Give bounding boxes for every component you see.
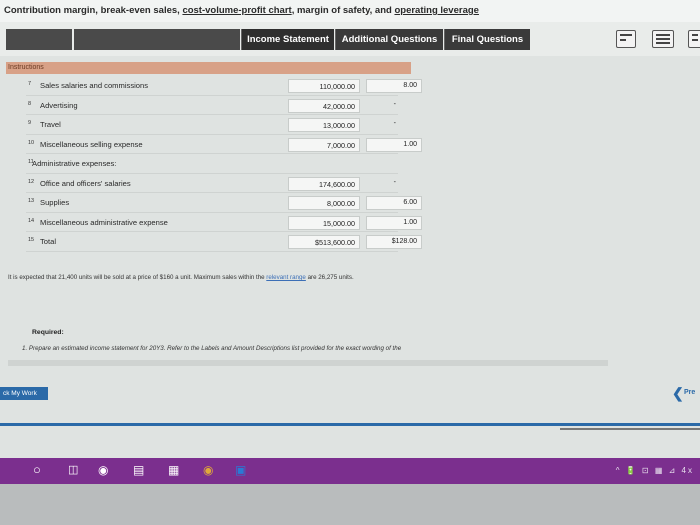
row-number: 12 xyxy=(28,178,35,185)
chrome-icon[interactable]: ◉ xyxy=(203,463,213,477)
answer-area-divider xyxy=(8,360,608,366)
required-heading: Required: xyxy=(32,329,64,336)
unit-cell: $128.00 xyxy=(366,235,422,249)
document-app-icon[interactable]: ▣ xyxy=(235,463,246,477)
unit-cell: - xyxy=(393,100,396,108)
problem-text-end: are 26,275 units. xyxy=(305,274,354,281)
unit-cell: 8.00 xyxy=(366,79,422,93)
problem-text: It is expected that 21,400 units will be… xyxy=(8,274,354,281)
amount-cell: $513,600.00 xyxy=(288,235,360,249)
spreadsheet-icon[interactable] xyxy=(652,30,674,48)
income-data-table: 7 Sales salaries and commissions 110,000… xyxy=(26,76,422,252)
title-link-operating-leverage[interactable]: operating leverage xyxy=(394,5,478,16)
amount-cell: 174,600.00 xyxy=(288,176,360,191)
unit-cell: - xyxy=(393,120,396,127)
row-label: Travel xyxy=(40,120,61,129)
amount-cell: 13,000.00 xyxy=(288,118,360,132)
relevant-range-link[interactable]: relevant range xyxy=(266,274,306,281)
table-row: 10 Miscellaneous selling expense 7,000.0… xyxy=(26,135,422,154)
tab-final-questions[interactable]: Final Questions xyxy=(444,29,530,50)
page-title: Contribution margin, break-even sales, c… xyxy=(0,0,700,22)
chevron-left-icon: ❮ xyxy=(672,385,684,401)
tab-income-statement[interactable]: Income Statement xyxy=(241,29,334,50)
row-number: 15 xyxy=(28,237,35,243)
row-number: 9 xyxy=(28,120,32,126)
table-row: 8 Advertising 42,000.00 - xyxy=(26,96,398,115)
previous-button[interactable]: ❮ Pre xyxy=(672,386,700,401)
calculator-icon[interactable] xyxy=(616,30,636,48)
row-number: 8 xyxy=(28,100,32,107)
title-part-3: , margin of safety, and xyxy=(291,5,395,16)
row-number: 13 xyxy=(28,198,35,204)
row-label: Office and officers' salaries xyxy=(40,178,131,188)
row-label: Advertising xyxy=(40,100,78,110)
table-row: 7 Sales salaries and commissions 110,000… xyxy=(26,76,422,96)
footer-blue-line xyxy=(0,423,700,426)
cortana-icon[interactable]: ○ xyxy=(33,463,41,477)
windows-taskbar: ○ ◫ ◉ ▤ ▦ ◉ ▣ ^ 🔋 ⊡ ▦ ⊿ 4x xyxy=(0,458,700,484)
instructions-tab[interactable]: Instructions xyxy=(6,62,411,74)
amount-cell: 15,000.00 xyxy=(288,215,360,230)
table-row: 13 Supplies 8,000.00 6.00 xyxy=(26,193,422,213)
problem-text-start: It is expected that 21,400 units will be… xyxy=(8,274,267,281)
task-view-icon[interactable]: ◫ xyxy=(68,463,78,477)
row-label: Sales salaries and commissions xyxy=(40,81,149,90)
row-label: Miscellaneous selling expense xyxy=(40,139,143,149)
unit-cell: 1.00 xyxy=(366,215,422,230)
amount-cell: 7,000.00 xyxy=(288,137,360,152)
store-icon[interactable]: ▦ xyxy=(168,463,179,477)
tab-placeholder-1[interactable] xyxy=(6,29,72,50)
row-label: Total xyxy=(40,237,57,246)
list-icon[interactable] xyxy=(688,30,700,48)
amount-cell: 110,000.00 xyxy=(288,79,360,93)
footer-gray-line xyxy=(560,428,700,430)
unit-cell: - xyxy=(393,178,396,186)
unit-cell: 6.00 xyxy=(366,196,422,210)
tab-placeholder-2[interactable] xyxy=(74,29,240,50)
amount-cell: 8,000.00 xyxy=(288,196,360,210)
edge-icon[interactable]: ◉ xyxy=(98,463,108,477)
table-row: 11 Administrative expenses: xyxy=(26,154,398,174)
title-link-cvp-chart[interactable]: cost-volume-profit chart xyxy=(182,5,291,16)
row-number: 10 xyxy=(28,139,35,146)
required-item-1: 1. Prepare an estimated income statement… xyxy=(22,345,402,352)
system-tray[interactable]: ^ 🔋 ⊡ ▦ ⊿ 4x xyxy=(616,466,694,475)
tab-bar: Income Statement Additional Questions Fi… xyxy=(0,22,700,56)
table-row: 14 Miscellaneous administrative expense … xyxy=(26,213,422,232)
title-part-1: Contribution margin, break-even sales, xyxy=(4,5,183,16)
row-label: Miscellaneous administrative expense xyxy=(40,217,168,227)
row-number: 14 xyxy=(28,217,35,224)
file-explorer-icon[interactable]: ▤ xyxy=(133,463,144,477)
check-my-work-button[interactable]: ck My Work xyxy=(0,387,48,400)
row-label: Administrative expenses: xyxy=(32,159,117,168)
monitor-bezel xyxy=(0,484,700,525)
table-row: 12 Office and officers' salaries 174,600… xyxy=(26,174,398,193)
tab-additional-questions[interactable]: Additional Questions xyxy=(335,29,443,50)
table-row: 9 Travel 13,000.00 - xyxy=(26,115,398,135)
previous-label: Pre xyxy=(684,389,696,396)
amount-cell: 42,000.00 xyxy=(288,98,360,113)
row-number: 7 xyxy=(28,81,32,87)
row-label: Supplies xyxy=(40,198,70,207)
table-row-total: 15 Total $513,600.00 $128.00 xyxy=(26,232,422,252)
unit-cell: 1.00 xyxy=(366,137,422,152)
